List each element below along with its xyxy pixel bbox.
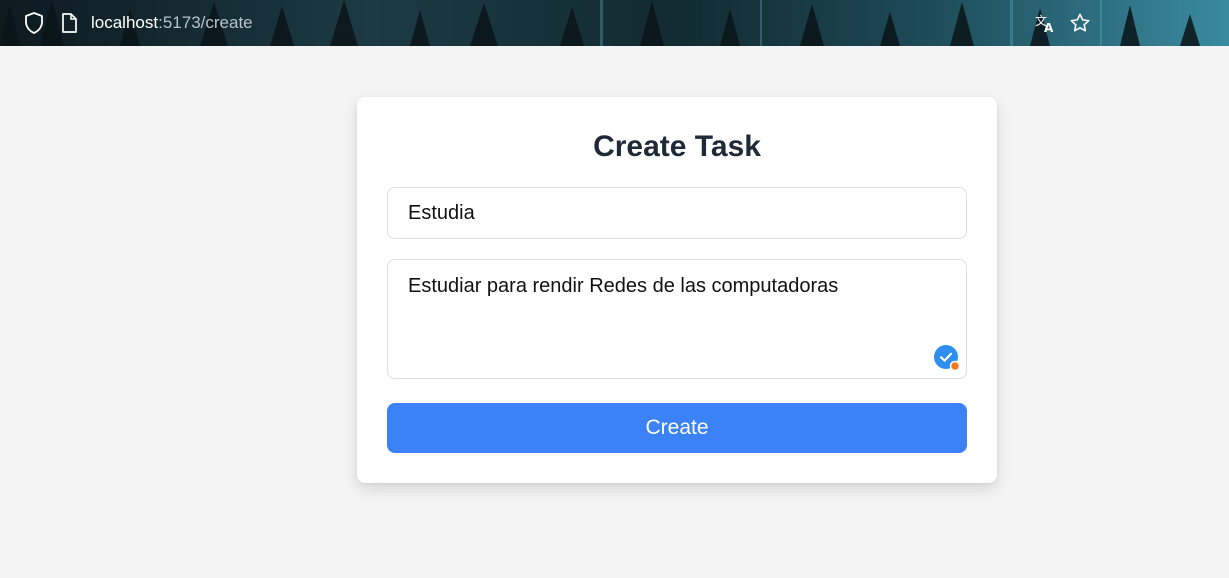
url-host: localhost xyxy=(91,13,159,32)
task-description-textarea[interactable]: Estudiar para rendir Redes de las comput… xyxy=(387,259,967,379)
svg-text:A: A xyxy=(1044,21,1054,34)
url-path: :5173/create xyxy=(158,13,253,32)
star-icon[interactable] xyxy=(1068,11,1092,35)
page-title: Create Task xyxy=(593,130,761,163)
translate-icon[interactable]: 文 A xyxy=(1033,11,1057,35)
browser-toolbar: localhost:5173/create 文 A xyxy=(0,0,1229,46)
create-task-card: Create Task Estudia Estudiar para rendir… xyxy=(357,97,997,483)
create-button[interactable]: Create xyxy=(387,403,967,453)
address-bar[interactable]: localhost:5173/create xyxy=(91,12,253,34)
task-title-input[interactable]: Estudia xyxy=(387,187,967,239)
shield-icon[interactable] xyxy=(22,11,46,35)
grammar-checker-icon[interactable] xyxy=(934,345,961,372)
page-icon xyxy=(57,11,81,35)
